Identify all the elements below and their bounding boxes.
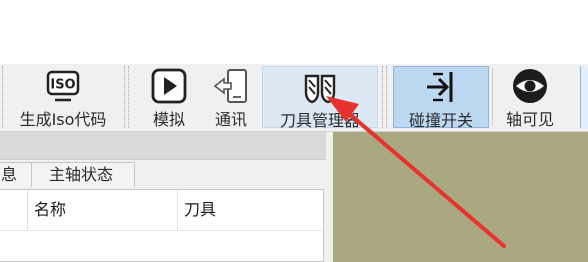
window-top-area — [0, 0, 588, 64]
tool-manager-label: 刀具管理器 — [279, 111, 360, 130]
iso-icon-text: ISO — [50, 78, 75, 93]
ribbon-group-separator — [124, 66, 125, 128]
panel-header-bar — [0, 132, 326, 160]
communication-label: 通讯 — [214, 110, 247, 129]
ribbon-button-separator — [492, 68, 493, 126]
axis-visible-label: 轴可见 — [505, 110, 554, 129]
simulate-button[interactable]: 模拟 — [146, 66, 192, 129]
3d-viewport[interactable] — [333, 132, 588, 262]
collision-switch-button[interactable]: 碰撞开关 — [393, 66, 489, 130]
ribbon-next-button-edge[interactable] — [580, 66, 588, 128]
ribbon-group-separator — [128, 66, 129, 128]
tool-table: 名称 刀具 — [0, 189, 324, 262]
column-header-name[interactable]: 名称 — [27, 190, 177, 230]
left-panel: 息 主轴状态 名称 刀具 — [0, 132, 333, 262]
tab-info[interactable]: 息 — [0, 162, 32, 187]
collision-switch-icon — [394, 67, 488, 107]
tool-manager-button[interactable]: 刀具管理器 — [262, 66, 378, 130]
tab-spindle-status[interactable]: 主轴状态 — [31, 162, 135, 187]
column-header-tool[interactable]: 刀具 — [177, 190, 323, 230]
ribbon-group-separator — [386, 66, 387, 128]
collision-switch-label: 碰撞开关 — [408, 111, 473, 130]
panel-tabs: 息 主轴状态 — [0, 162, 333, 188]
generate-iso-code-button[interactable]: ISO 生成Iso代码 — [8, 66, 118, 129]
communication-button[interactable]: 通讯 — [206, 66, 256, 129]
ribbon-group-separator — [2, 66, 3, 128]
device-transfer-icon — [206, 66, 256, 106]
table-header-divider — [0, 230, 322, 231]
play-icon — [146, 66, 192, 106]
tool-manager-icon — [263, 67, 377, 107]
eye-icon — [498, 66, 562, 106]
ribbon-group-separator — [382, 66, 383, 128]
axis-visible-button[interactable]: 轴可见 — [498, 66, 562, 129]
iso-icon: ISO — [8, 66, 118, 106]
simulate-label: 模拟 — [152, 110, 185, 129]
generate-iso-code-label: 生成Iso代码 — [19, 110, 107, 129]
